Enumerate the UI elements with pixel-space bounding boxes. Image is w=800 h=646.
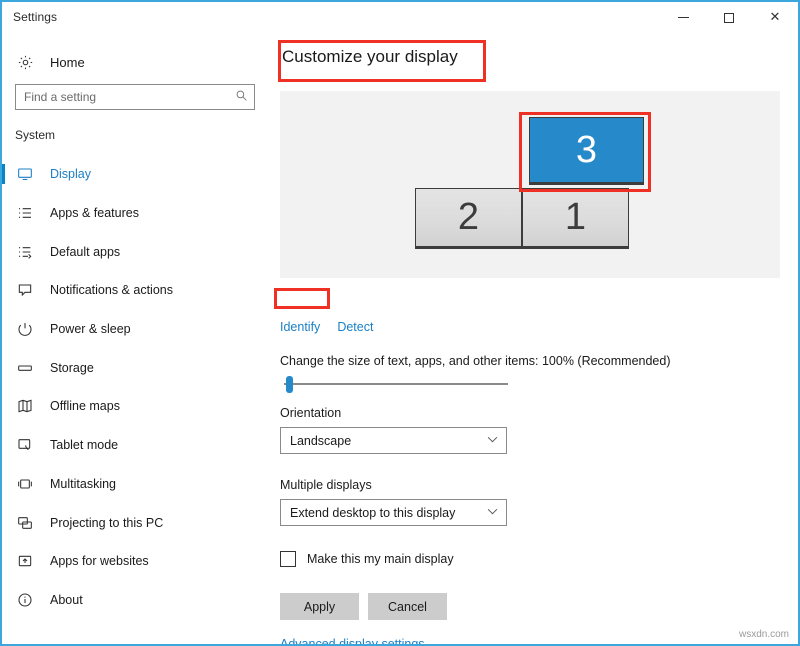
project-screen-icon xyxy=(17,514,39,532)
chevron-down-icon xyxy=(487,436,498,446)
cancel-button[interactable]: Cancel xyxy=(368,593,447,620)
orientation-label: Orientation xyxy=(280,406,342,420)
monitor-icon xyxy=(17,165,39,183)
sidebar-item-label: Tablet mode xyxy=(50,438,119,453)
orientation-dropdown[interactable]: Landscape xyxy=(280,427,507,454)
close-button[interactable]: ✕ xyxy=(752,2,798,33)
multiple-displays-value: Extend desktop to this display xyxy=(290,505,456,520)
apply-button[interactable]: Apply xyxy=(280,593,359,620)
main-display-checkbox[interactable] xyxy=(280,551,296,567)
display-arrangement-preview[interactable]: 2 1 3 xyxy=(280,91,780,278)
scale-slider[interactable] xyxy=(280,375,508,393)
multiple-displays-label: Multiple displays xyxy=(280,478,372,492)
windows-split-icon xyxy=(17,475,39,493)
sidebar-item-label: Apps & features xyxy=(50,206,139,221)
scale-slider-label: Change the size of text, apps, and other… xyxy=(280,354,671,368)
monitor-tile-3[interactable]: 3 xyxy=(529,117,644,185)
maximize-icon xyxy=(724,12,734,23)
sidebar-item-label: Apps for websites xyxy=(50,554,149,569)
sidebar-item-storage[interactable]: Storage xyxy=(2,348,270,387)
power-icon xyxy=(17,320,39,338)
drive-icon xyxy=(17,359,39,377)
multiple-displays-dropdown[interactable]: Extend desktop to this display xyxy=(280,499,507,526)
minimize-icon xyxy=(677,17,689,18)
sidebar-item-label: Offline maps xyxy=(50,399,120,414)
maximize-button[interactable] xyxy=(706,2,752,33)
detect-link[interactable]: Detect xyxy=(337,320,373,334)
app-export-icon xyxy=(17,552,39,570)
list-icon xyxy=(17,204,39,222)
sidebar-item-projecting-to-this-pc[interactable]: Projecting to this PC xyxy=(2,503,270,542)
sidebar-item-display[interactable]: Display xyxy=(2,155,270,194)
sidebar-item-label: Default apps xyxy=(50,244,121,259)
sidebar-nav-list: Display Apps & features Default apps Not… xyxy=(2,155,270,619)
sidebar-item-label: Projecting to this PC xyxy=(50,515,164,530)
speech-bubble-icon xyxy=(17,281,39,299)
main-display-checkbox-row[interactable]: Make this my main display xyxy=(280,551,454,567)
identify-link[interactable]: Identify xyxy=(280,320,320,334)
page-title: Customize your display xyxy=(282,47,458,66)
minimize-button[interactable] xyxy=(660,2,706,33)
content-pane: Customize your display 2 1 3 Identify De… xyxy=(270,33,798,644)
sidebar-item-label: Notifications & actions xyxy=(50,283,173,298)
gear-icon xyxy=(17,53,39,71)
sidebar-item-default-apps[interactable]: Default apps xyxy=(2,232,270,271)
sidebar: Home System Display xyxy=(2,33,270,644)
sidebar-item-apps-features[interactable]: Apps & features xyxy=(2,194,270,233)
sidebar-item-multitasking[interactable]: Multitasking xyxy=(2,465,270,504)
sidebar-item-label: Multitasking xyxy=(50,476,116,491)
monitor-tile-2[interactable]: 2 xyxy=(415,188,522,249)
watermark: wsxdn.com xyxy=(738,629,789,640)
orientation-value: Landscape xyxy=(290,433,352,448)
sidebar-item-offline-maps[interactable]: Offline maps xyxy=(2,387,270,426)
sidebar-section-label: System xyxy=(15,128,56,142)
sidebar-item-label: Power & sleep xyxy=(50,322,131,337)
identify-detect-row: Identify Detect xyxy=(280,320,373,334)
sidebar-item-label: Display xyxy=(50,167,91,182)
search-box[interactable] xyxy=(15,84,255,110)
list-arrow-icon xyxy=(17,243,39,261)
window-title: Settings xyxy=(13,10,58,24)
sidebar-item-about[interactable]: About xyxy=(2,581,270,620)
sidebar-home-label: Home xyxy=(50,54,85,70)
sidebar-item-tablet-mode[interactable]: Tablet mode xyxy=(2,426,270,465)
settings-window: Settings ✕ Home Find a setting System Di… xyxy=(0,0,800,646)
tablet-touch-icon xyxy=(17,436,39,454)
chevron-down-icon xyxy=(487,508,498,518)
advanced-display-settings-link[interactable]: Advanced display settings xyxy=(280,637,425,644)
sidebar-item-apps-for-websites[interactable]: Apps for websites xyxy=(2,542,270,581)
map-icon xyxy=(17,397,39,415)
sidebar-item-notifications-actions[interactable]: Notifications & actions xyxy=(2,271,270,310)
info-icon xyxy=(17,591,39,609)
sidebar-item-power-sleep[interactable]: Power & sleep xyxy=(2,310,270,349)
monitor-tile-1[interactable]: 1 xyxy=(522,188,629,249)
title-bar: Settings ✕ xyxy=(2,2,798,33)
sidebar-item-label: Storage xyxy=(50,360,94,375)
main-display-checkbox-label: Make this my main display xyxy=(307,552,454,566)
close-icon: ✕ xyxy=(769,10,781,25)
search-input[interactable] xyxy=(15,84,255,110)
sidebar-item-home[interactable]: Home xyxy=(2,46,270,78)
slider-thumb[interactable] xyxy=(286,376,293,393)
slider-track xyxy=(284,383,508,385)
sidebar-item-label: About xyxy=(50,592,83,607)
